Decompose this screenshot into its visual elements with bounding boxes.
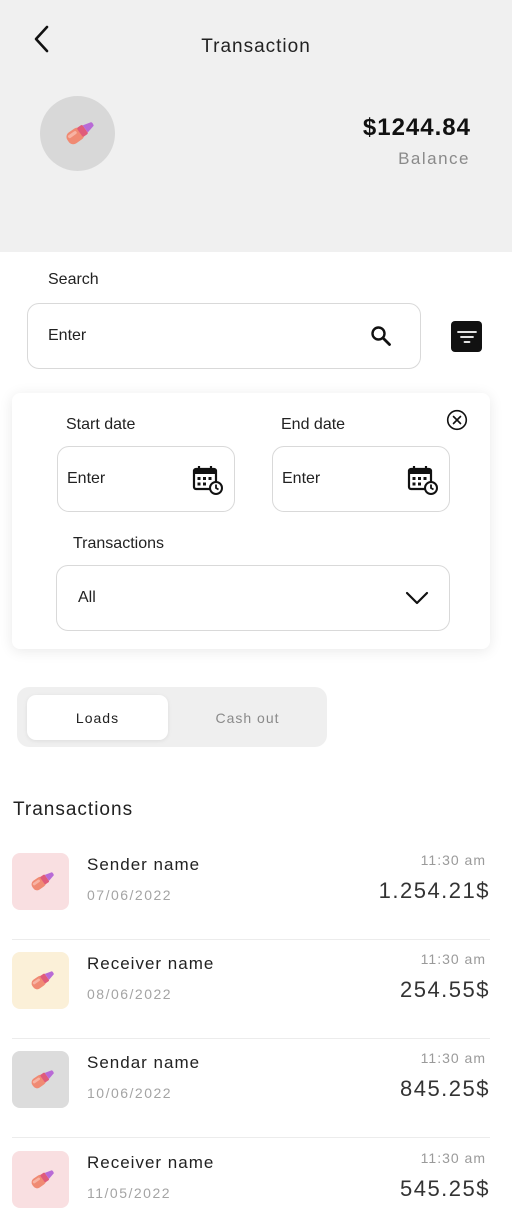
lipstick-icon [29,868,56,892]
end-date-label: End date [281,416,346,433]
transaction-name: Receiver name [87,954,215,973]
end-date-field[interactable] [272,446,450,512]
transaction-date: 08/06/2022 [87,986,173,1002]
transaction-amount: 845.25$ [399,1076,490,1101]
lipstick-icon [29,967,56,991]
transaction-thumbnail [12,1051,69,1108]
end-date-input[interactable] [282,470,405,488]
transactions-filter-label: Transactions [73,535,164,552]
transaction-date: 11/05/2022 [87,1185,172,1201]
lipstick-icon [29,1066,56,1090]
tab-cash-out[interactable]: Cash out [177,695,318,740]
balance-amount: $1244.84 [362,114,471,141]
transaction-thumbnail [12,853,69,910]
transaction-date: 10/06/2022 [87,1085,173,1101]
page-title: Transaction [201,36,311,57]
transaction-amount: 1.254.21$ [378,878,490,903]
balance-label: Balance [398,149,470,168]
transaction-row[interactable]: Sender name 07/06/2022 11:30 am 1.254.21… [12,841,490,940]
transaction-row[interactable]: Receiver name 11/05/2022 11:30 am 545.25… [12,1139,490,1223]
transaction-thumbnail [12,1151,69,1208]
transaction-time: 11:30 am [420,1150,486,1166]
transaction-date: 07/06/2022 [87,887,173,903]
tab-loads[interactable]: Loads [27,695,168,740]
start-date-input[interactable] [67,470,190,488]
lipstick-icon [29,1166,56,1190]
header: Transaction $1244.84 Balance [0,0,512,252]
transaction-type-tabs: Loads Cash out [17,687,327,747]
filter-panel: Start date End date Transactions All [12,393,490,649]
search-box[interactable] [27,303,421,369]
calendar-clock-icon[interactable] [192,464,224,496]
transaction-name: Sendar name [87,1053,201,1072]
search-input[interactable] [48,327,420,345]
transaction-row[interactable]: Sendar name 10/06/2022 11:30 am 845.25$ [12,1039,490,1138]
start-date-label: Start date [66,416,136,433]
transaction-time: 11:30 am [420,1050,486,1066]
filter-button[interactable] [451,321,482,352]
transactions-type-select[interactable]: All [56,565,450,631]
transaction-row[interactable]: Receiver name 08/06/2022 11:30 am 254.55… [12,940,490,1039]
transaction-name: Receiver name [87,1153,215,1172]
start-date-field[interactable] [57,446,235,512]
transaction-time: 11:30 am [420,852,486,868]
filter-icon [456,330,477,343]
transaction-amount: 254.55$ [399,977,490,1002]
transaction-name: Sender name [87,855,201,874]
chevron-down-icon [405,591,429,605]
transaction-amount: 545.25$ [399,1176,490,1201]
transactions-title: Transactions [13,799,134,820]
close-circle-icon[interactable] [446,409,468,431]
search-label: Search [48,271,99,288]
transactions-type-value: All [78,589,96,606]
avatar[interactable] [40,96,115,171]
transaction-time: 11:30 am [420,951,486,967]
search-icon[interactable] [370,325,392,347]
lipstick-icon [63,117,97,146]
calendar-clock-icon[interactable] [407,464,439,496]
transaction-thumbnail [12,952,69,1009]
